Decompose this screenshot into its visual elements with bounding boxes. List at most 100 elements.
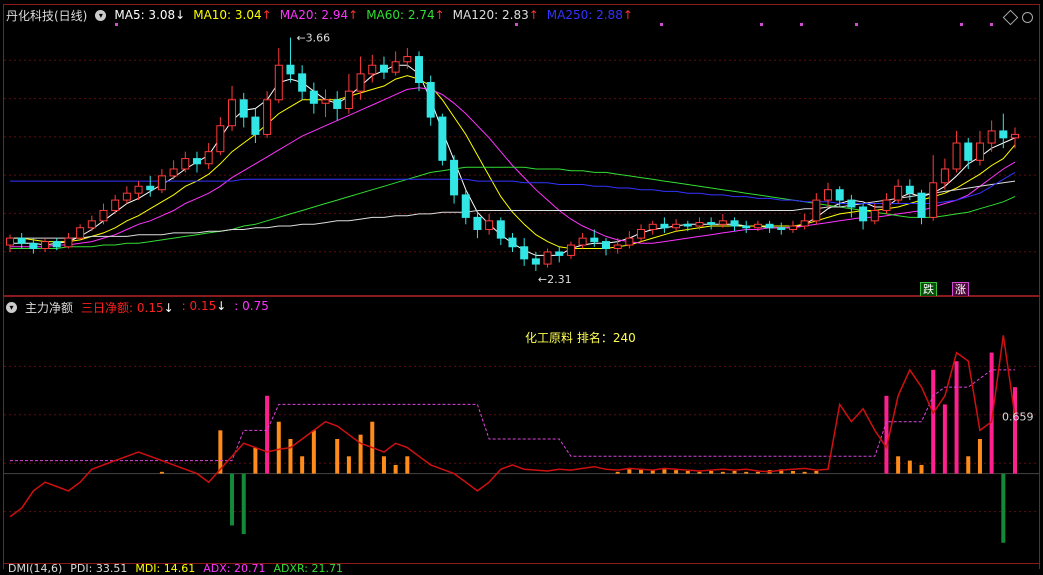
candle-body [952, 142, 961, 170]
candle-body [29, 242, 38, 250]
candle-body [753, 223, 762, 229]
net-amount-bar [954, 361, 959, 474]
candle-body [531, 258, 540, 265]
candle-body [216, 125, 225, 153]
candle-body [648, 223, 657, 230]
candle-body [707, 222, 716, 225]
net-amount-bar [615, 471, 620, 474]
candle-body [263, 99, 272, 135]
net-amount-bar [732, 470, 737, 474]
candle-body [964, 142, 973, 161]
signal-marker [515, 23, 518, 26]
candle-body [742, 225, 751, 229]
candle-body [438, 116, 447, 161]
candle-body [835, 189, 844, 201]
low-price-label: ←2.31 [538, 273, 572, 286]
net-amount-bar [311, 430, 316, 474]
candle-body [496, 220, 505, 239]
candle-body [660, 223, 669, 229]
candle-body [321, 99, 330, 104]
signal-marker [115, 23, 118, 26]
net-amount-bar [1001, 473, 1006, 543]
net-amount-bar [662, 469, 667, 474]
candle-body [426, 82, 435, 118]
candle-body [765, 223, 774, 229]
net-amount-bar [884, 395, 889, 474]
candle-body [356, 73, 365, 92]
candle-body [64, 237, 73, 248]
candle-body [41, 241, 50, 250]
candle-body [99, 209, 108, 222]
ma-line-ma10 [10, 75, 1016, 249]
net-amount-bar [405, 456, 410, 474]
candle-body [146, 185, 155, 191]
candle-body [204, 151, 213, 165]
three-day-net-line [9, 335, 1016, 518]
signal-marker [800, 23, 803, 26]
candle-body [672, 223, 681, 229]
candle-body [473, 216, 482, 230]
candle-body [379, 64, 388, 73]
net-amount-bar [697, 471, 702, 474]
candle-body [999, 130, 1008, 139]
candle-body [543, 251, 552, 265]
candle-body [1010, 133, 1020, 139]
net-amount-bar [744, 471, 749, 474]
candle-body [718, 220, 727, 225]
net-amount-bar [896, 456, 901, 474]
net-amount-bar [230, 473, 235, 526]
candle-body [76, 227, 85, 239]
net-amount-bar [381, 456, 386, 474]
candle-body [169, 168, 178, 177]
candle-body [695, 222, 704, 227]
candle-body [239, 99, 248, 118]
net-amount-bar [966, 456, 971, 474]
candle-body [403, 56, 412, 63]
net-amount-bar [814, 470, 819, 474]
net-amount-bar [755, 471, 760, 474]
indicator-last-value: 0.659 [1002, 411, 1034, 424]
candle-body [578, 237, 587, 246]
candle-body [894, 185, 903, 201]
candle-body [508, 237, 517, 248]
candle-body [824, 189, 833, 201]
candle-body [415, 56, 424, 84]
candle-body [111, 199, 120, 211]
signal-marker [855, 23, 858, 26]
candle-body [228, 99, 237, 127]
net-amount-bar [276, 421, 281, 474]
net-amount-bar [931, 369, 936, 474]
candle-body [192, 158, 201, 165]
candle-body [859, 206, 868, 222]
candle-body [975, 142, 984, 161]
candle-body [566, 244, 575, 256]
candle-body [134, 185, 143, 194]
candle-body [788, 225, 797, 230]
net-amount-bar [709, 470, 714, 474]
candle-body [590, 237, 599, 243]
candle-body [800, 220, 809, 227]
net-amount-bar [288, 439, 293, 474]
candle-body [251, 116, 260, 135]
candle-body [17, 237, 26, 244]
signal-marker [990, 23, 993, 26]
candle-body [929, 182, 938, 218]
net-amount-bar [1013, 387, 1017, 474]
candle-body [777, 227, 786, 230]
net-amount-bar [265, 395, 270, 474]
candle-body [485, 220, 494, 230]
candle-body [683, 223, 692, 227]
candle-body [274, 64, 283, 101]
candle-body [812, 199, 821, 222]
candle-body [613, 244, 622, 250]
net-amount-bar [159, 471, 164, 474]
candle-body [181, 158, 190, 170]
candle-body [987, 130, 996, 144]
net-amount-bar [977, 439, 982, 474]
candle-body [391, 61, 400, 73]
ma-line-ma5 [10, 64, 1016, 256]
candle-body [870, 209, 879, 222]
candle-body [917, 192, 926, 218]
net-amount-bar [335, 439, 340, 474]
candle-body [333, 99, 342, 109]
